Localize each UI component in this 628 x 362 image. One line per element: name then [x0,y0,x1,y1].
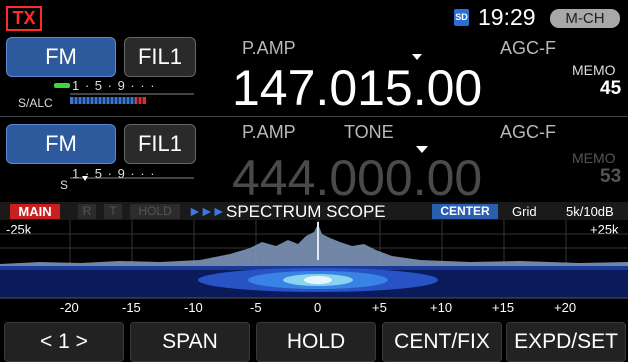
freq-tick: -20 [60,300,79,315]
freq-tick: +10 [430,300,453,315]
scope-hold-tag: HOLD [130,204,180,219]
tx-indicator: TX [6,6,42,31]
clock: 19:29 [478,4,536,30]
freq-tick: +20 [554,300,577,315]
scope-scale-label: 5k/10dB [566,204,614,219]
main-s-meter-bar [70,93,194,104]
sub-frequency-display[interactable]: 444.000.00 [232,150,482,206]
channel-mode-badge[interactable]: M-CH [550,9,620,28]
softkey-cent-fix[interactable]: CENT/FIX [382,322,502,362]
main-meter-scale: 1 · 5 · 9 · · · [72,78,156,93]
main-preamp-label: P.AMP [242,38,296,58]
sub-filter-button[interactable]: FIL1 [124,124,196,164]
scope-frequency-axis: -20 -15 -10 -5 0 +5 +10 +15 +20 [0,300,628,318]
main-memo-number: 45 [600,78,622,99]
scope-title: SPECTRUM SCOPE [226,202,386,221]
softkey-expd-set[interactable]: EXPD/SET [506,322,626,362]
main-meter-label: S/ALC [18,96,53,110]
sub-memo-number: 53 [600,166,622,187]
scope-t-tag: T [104,204,122,219]
sub-preamp-label: P.AMP [242,122,296,142]
freq-tick: -15 [122,300,141,315]
scope-r-tag: R [78,204,96,219]
freq-tick: +5 [372,300,387,315]
softkey-hold[interactable]: HOLD [256,322,376,362]
softkey-page[interactable]: < 1 > [4,322,124,362]
scope-center-mode-tag[interactable]: CENTER [432,204,498,219]
sub-s-meter-bar [70,176,194,181]
sd-card-icon: SD [454,9,469,26]
freq-tick: 0 [314,300,322,315]
sub-mode-button[interactable]: FM [6,124,116,164]
scope-main-tag[interactable]: MAIN [10,204,60,219]
sub-memo-label: MEMO [572,150,616,166]
vfo-divider [0,116,628,117]
main-filter-button[interactable]: FIL1 [124,37,196,77]
scope-arrows-icon: ►►► [188,203,226,219]
sub-tone-label: TONE [344,122,394,142]
softkey-span[interactable]: SPAN [130,322,250,362]
main-memo-label: MEMO [572,62,616,78]
main-mode-button[interactable]: FM [6,37,116,77]
freq-tick: -10 [184,300,203,315]
main-agc-label: AGC-F [500,38,556,58]
sub-agc-label: AGC-F [500,122,556,142]
main-frequency-display[interactable]: 147.015.00 [232,60,482,116]
scope-grid-label: Grid [512,204,537,219]
tuning-step-marker [412,54,422,60]
freq-tick: -5 [250,300,262,315]
main-meter-peak-indicator [54,83,70,88]
freq-tick: +15 [492,300,515,315]
sub-meter-label: S [60,178,69,192]
